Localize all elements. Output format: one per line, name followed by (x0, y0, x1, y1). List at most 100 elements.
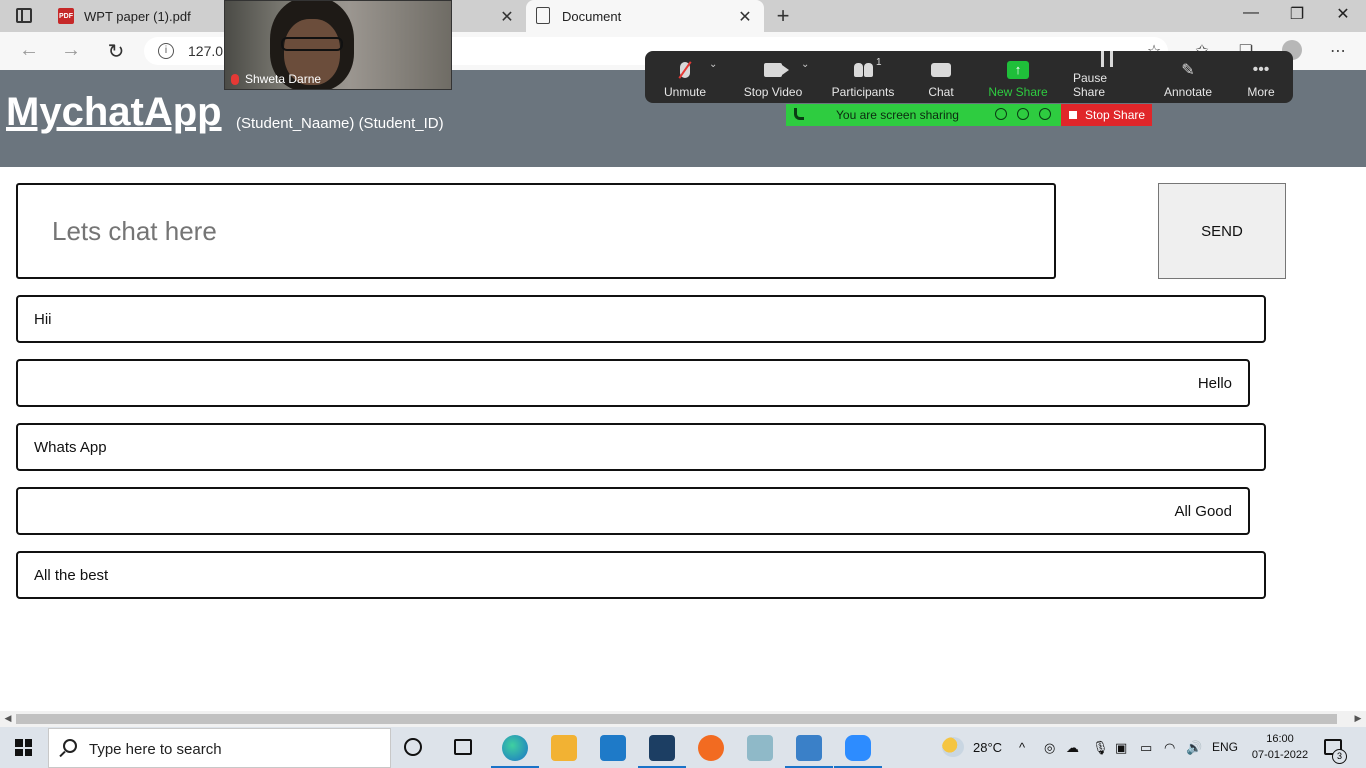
pause-icon (1101, 51, 1113, 67)
battery-icon[interactable]: ▭ (1140, 740, 1152, 756)
annotate-button[interactable]: ✎ Annotate (1161, 51, 1215, 103)
postman-icon[interactable] (698, 735, 724, 761)
tab-actions-icon[interactable] (16, 8, 32, 23)
zoom-icon[interactable] (834, 735, 882, 768)
participant-name: Shweta Darne (245, 72, 322, 86)
document-icon (536, 7, 550, 24)
participants-button[interactable]: Participants (829, 51, 897, 103)
chevron-up-icon[interactable]: ⌄ (709, 59, 717, 70)
camera-icon (764, 63, 789, 77)
search-icon (63, 739, 77, 753)
security-shield-icon (1039, 108, 1051, 120)
weather-icon[interactable] (942, 737, 964, 757)
pause-share-label: Pause Share (1073, 71, 1108, 99)
participants-label: Participants (831, 85, 895, 99)
chevron-up-icon[interactable]: ^ (1019, 740, 1025, 755)
stop-share-button[interactable]: Stop Share (1061, 104, 1152, 126)
mail-icon[interactable] (600, 735, 626, 761)
participants-icon (852, 63, 874, 77)
clock[interactable]: 16:00 07-01-2022 (1250, 731, 1310, 763)
meet-now-icon[interactable]: ◎ (1044, 740, 1055, 756)
message-row: All Good (16, 487, 1250, 535)
forward-icon[interactable]: → (58, 39, 84, 62)
close-icon[interactable]: ✕ (736, 7, 754, 27)
participant-video[interactable]: Shweta Darne (224, 0, 452, 90)
file-explorer-icon[interactable] (551, 735, 577, 761)
task-view-icon[interactable] (454, 739, 472, 755)
search-placeholder: Type here to search (89, 741, 222, 758)
student-info: (Student_Naame) (Student_ID) (236, 115, 444, 132)
onedrive-icon[interactable]: ☁ (1066, 740, 1079, 756)
chevron-up-icon[interactable]: ⌄ (801, 59, 809, 70)
url-text: 127.0. (188, 43, 227, 59)
more-button[interactable]: ••• More (1243, 51, 1279, 103)
message-text: All Good (1174, 502, 1232, 520)
chat-input[interactable] (16, 183, 1056, 279)
new-share-label: New Share (988, 85, 1048, 99)
notification-count: 3 (1332, 749, 1347, 764)
glasses (281, 37, 343, 51)
close-icon[interactable]: ✕ (498, 7, 516, 27)
stop-video-label: Stop Video (743, 85, 803, 99)
taskbar-search[interactable]: Type here to search (48, 728, 391, 768)
device-icon[interactable]: ▣ (1115, 740, 1127, 756)
scrollbar-thumb[interactable] (16, 714, 1337, 724)
chat-label: Chat (928, 85, 954, 99)
unmute-button[interactable]: Unmute (657, 51, 713, 103)
info-icon[interactable]: i (158, 43, 174, 59)
chat-icon (931, 63, 951, 77)
weather-temp[interactable]: 28°C (973, 740, 1002, 755)
more-menu-icon[interactable]: ⋯ (1328, 41, 1348, 61)
more-dots-icon: ••• (1252, 61, 1270, 78)
scroll-left-icon[interactable]: ◀ (1, 713, 15, 724)
document-app-icon[interactable] (785, 735, 833, 768)
pdf-icon: PDF (58, 8, 74, 24)
tab-label: Document (562, 8, 622, 24)
stop-share-label: Stop Share (1085, 108, 1146, 122)
microphone-icon[interactable]: 🎙 (1092, 740, 1109, 756)
microphone-off-icon (680, 62, 690, 78)
chat-button[interactable]: Chat (921, 51, 961, 103)
wifi-icon[interactable]: ◠ (1164, 740, 1175, 756)
language-indicator[interactable]: ENG (1212, 740, 1238, 754)
screen-sharing-banner[interactable]: You are screen sharing (786, 104, 1061, 126)
mic-muted-icon (231, 73, 239, 85)
pause-share-button[interactable]: Pause Share (1073, 51, 1141, 103)
mysql-workbench-icon[interactable] (638, 735, 686, 768)
back-icon[interactable]: ← (16, 39, 42, 62)
message-text: Whats App (34, 438, 107, 456)
send-button[interactable]: SEND (1158, 183, 1286, 279)
new-tab-icon[interactable]: + (770, 3, 796, 29)
window-close-icon[interactable]: ✕ (1328, 4, 1358, 24)
cortana-icon[interactable] (404, 738, 422, 756)
app-icon[interactable] (747, 735, 773, 761)
scroll-right-icon[interactable]: ▶ (1351, 713, 1365, 724)
message-row: Hello (16, 359, 1250, 407)
message-text: Hello (1197, 374, 1232, 392)
message-text: All the best (34, 566, 109, 584)
stop-icon (1069, 111, 1077, 119)
participant-label: Shweta Darne (231, 72, 321, 86)
more-label: More (1247, 85, 1275, 99)
message-row: Whats App (16, 423, 1266, 471)
pencil-icon: ✎ (1181, 62, 1195, 79)
sharing-text: You are screen sharing (836, 108, 959, 122)
windows-start-icon[interactable] (15, 739, 32, 756)
refresh-icon[interactable]: ↻ (103, 39, 129, 64)
horizontal-scrollbar[interactable]: ◀ ▶ (0, 711, 1366, 727)
new-share-button[interactable]: ↑ New Share (987, 51, 1049, 103)
brand-link[interactable]: MychatApp (6, 90, 222, 135)
stop-video-button[interactable]: Stop Video (741, 51, 805, 103)
tab-label: WPT paper (1).pdf (84, 8, 191, 24)
volume-icon[interactable]: 🔊 (1186, 740, 1202, 756)
record-status-icon (1017, 108, 1029, 120)
edge-browser-icon[interactable] (491, 735, 539, 768)
restore-icon[interactable]: ❐ (1282, 4, 1312, 24)
taskbar: Type here to search 28°C ^ ◎ ☁ 🎙 ▣ ▭ ◠ 🔊… (0, 727, 1366, 768)
tab-document[interactable]: Document ✕ (526, 0, 764, 32)
message-row: Hii (16, 295, 1266, 343)
minimize-icon[interactable]: — (1236, 4, 1266, 22)
annotate-label: Annotate (1163, 85, 1213, 99)
screen: PDF WPT paper (1).pdf ✕ Document ✕ + — ❐… (0, 0, 1366, 768)
participants-count: 1 (876, 57, 882, 68)
